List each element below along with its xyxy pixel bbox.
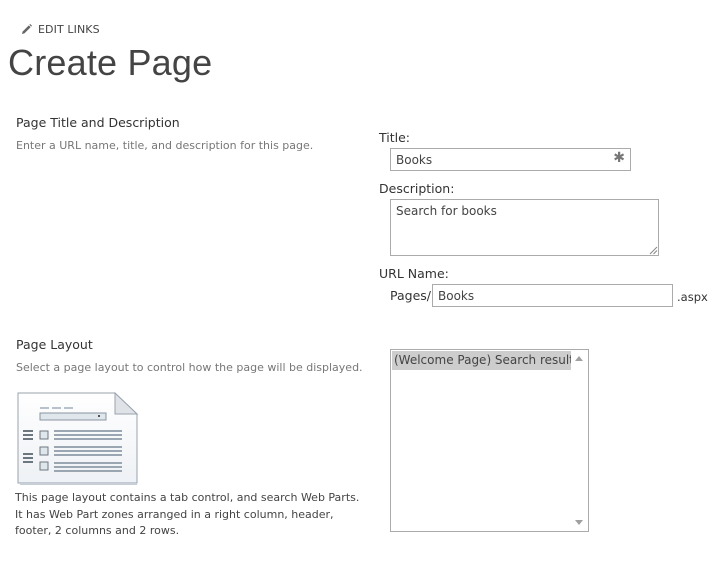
- section-heading-title-description: Page Title and Description: [16, 115, 180, 130]
- page-layout-description: This page layout contains a tab control,…: [15, 491, 360, 537]
- title-field-wrapper: ✱: [390, 148, 631, 171]
- title-input[interactable]: [390, 148, 631, 171]
- page-layout-listbox[interactable]: (Welcome Page) Search results: [390, 349, 589, 532]
- section-heading-page-layout: Page Layout: [16, 337, 93, 352]
- url-name-input[interactable]: [432, 284, 673, 307]
- url-name-label: URL Name:: [379, 266, 449, 281]
- description-label: Description:: [379, 181, 455, 196]
- section-description-page-layout: Select a page layout to control how the …: [16, 361, 363, 374]
- description-field-wrapper: Search for books: [390, 199, 659, 256]
- url-suffix: .aspx: [677, 290, 708, 304]
- scroll-up-arrow-icon[interactable]: [575, 356, 583, 361]
- title-label: Title:: [379, 130, 410, 145]
- asterisk-icon: ✱: [613, 150, 625, 166]
- resize-grip-icon[interactable]: [649, 246, 658, 255]
- description-textarea[interactable]: Search for books: [390, 199, 659, 256]
- scroll-down-arrow-icon[interactable]: [575, 520, 583, 525]
- page-layout-preview-icon: [17, 391, 139, 485]
- url-prefix: Pages/: [390, 288, 431, 303]
- pencil-icon: [22, 23, 32, 34]
- page-layout-option[interactable]: (Welcome Page) Search results: [392, 351, 571, 370]
- section-description-title-description: Enter a URL name, title, and description…: [16, 139, 314, 152]
- edit-links-label: EDIT LINKS: [38, 22, 100, 36]
- edit-links-link[interactable]: EDIT LINKS: [20, 21, 100, 37]
- listbox-scrollbar[interactable]: [571, 350, 588, 531]
- page-title: Create Page: [8, 42, 213, 83]
